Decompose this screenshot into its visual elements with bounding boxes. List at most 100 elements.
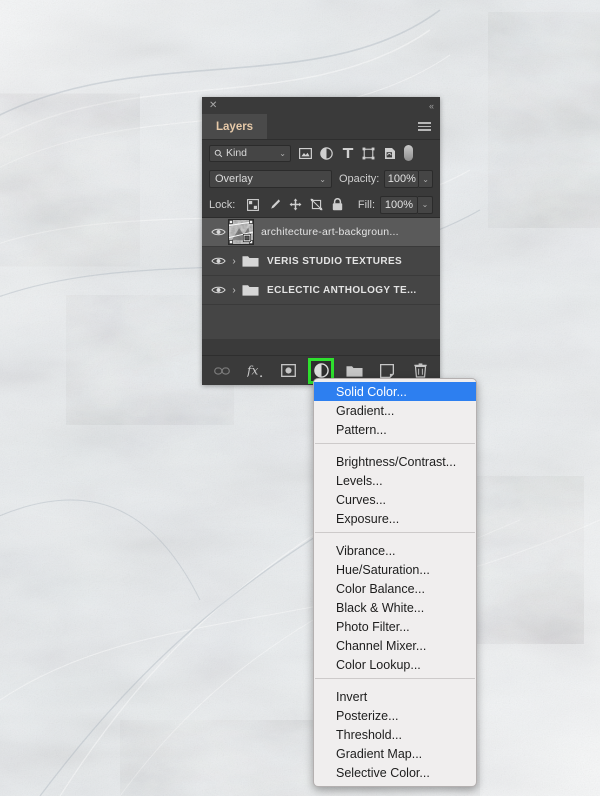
close-icon[interactable]: ✕	[209, 100, 217, 111]
menu-item-selective-color[interactable]: Selective Color...	[314, 763, 476, 782]
layer-thumbnail[interactable]	[228, 219, 254, 245]
menu-item-pattern[interactable]: Pattern...	[314, 420, 476, 439]
menu-item-threshold[interactable]: Threshold...	[314, 725, 476, 744]
add-layer-mask-button[interactable]	[278, 361, 298, 381]
smart-object-filter-icon[interactable]	[379, 144, 400, 163]
lock-label: Lock:	[209, 198, 236, 211]
menu-separator	[315, 443, 475, 444]
menu-item-label: Black & White...	[336, 600, 425, 615]
type-filter-icon[interactable]	[337, 144, 358, 163]
chevron-down-icon: ⌄	[279, 148, 286, 158]
panel-titlebar: ✕ «	[202, 97, 440, 114]
adjustment-layer-context-menu: Solid Color... Gradient... Pattern... Br…	[313, 378, 477, 787]
menu-item-label: Gradient...	[336, 403, 395, 418]
menu-item-channel-mixer[interactable]: Channel Mixer...	[314, 636, 476, 655]
menu-item-label: Posterize...	[336, 708, 399, 723]
chevron-right-icon[interactable]: ›	[228, 285, 240, 296]
tab-layers[interactable]: Layers	[202, 114, 268, 139]
chevron-down-icon: ⌄	[422, 174, 429, 184]
menu-item-gradient-map[interactable]: Gradient Map...	[314, 744, 476, 763]
menu-item-brightness-contrast[interactable]: Brightness/Contrast...	[314, 452, 476, 471]
table-row[interactable]: architecture-art-backgroun...	[202, 218, 440, 247]
folder-icon	[242, 254, 259, 268]
folder-icon	[242, 283, 259, 297]
link-layers-button[interactable]	[212, 361, 232, 381]
menu-item-vibrance[interactable]: Vibrance...	[314, 541, 476, 560]
layers-list: architecture-art-backgroun... › VERIS ST…	[202, 218, 440, 339]
menu-item-label: Color Balance...	[336, 581, 425, 596]
layer-name: architecture-art-backgroun...	[261, 226, 399, 238]
opacity-input[interactable]: 100%	[384, 170, 420, 188]
filter-icon-group	[295, 144, 413, 163]
menu-item-label: Photo Filter...	[336, 619, 410, 634]
menu-item-label: Invert	[336, 689, 368, 704]
menu-item-hue-saturation[interactable]: Hue/Saturation...	[314, 560, 476, 579]
eye-icon[interactable]	[208, 227, 228, 237]
tab-layers-label: Layers	[216, 120, 254, 133]
filter-toggle-pill[interactable]	[404, 145, 413, 161]
panel-tab-row: Layers	[202, 114, 440, 140]
table-row[interactable]: › VERIS STUDIO TEXTURES	[202, 247, 440, 276]
shape-filter-icon[interactable]	[358, 144, 379, 163]
lock-image-pixels-icon[interactable]	[267, 197, 281, 212]
menu-item-black-and-white[interactable]: Black & White...	[314, 598, 476, 617]
layer-filter-row: Kind ⌄	[202, 140, 440, 166]
menu-item-label: Threshold...	[336, 727, 403, 742]
menu-item-label: Solid Color...	[336, 384, 407, 399]
blend-mode-value: Overlay	[215, 173, 253, 185]
layers-empty-space	[202, 305, 440, 339]
menu-item-label: Channel Mixer...	[336, 638, 427, 653]
lock-fill-row: Lock: Fill: 100% ⌄	[202, 192, 440, 218]
menu-item-exposure[interactable]: Exposure...	[314, 509, 476, 528]
menu-item-levels[interactable]: Levels...	[314, 471, 476, 490]
menu-item-curves[interactable]: Curves...	[314, 490, 476, 509]
menu-item-color-balance[interactable]: Color Balance...	[314, 579, 476, 598]
menu-item-invert[interactable]: Invert	[314, 687, 476, 706]
menu-separator	[315, 532, 475, 533]
collapse-icon[interactable]: «	[429, 101, 434, 111]
layer-name: ECLECTIC ANTHOLOGY TE...	[267, 284, 417, 296]
search-icon	[214, 149, 223, 157]
blend-opacity-row: Overlay ⌄ Opacity: 100% ⌄	[202, 166, 440, 192]
lock-position-icon[interactable]	[288, 197, 302, 212]
lock-artboard-icon[interactable]	[309, 197, 323, 212]
layer-style-fx-button[interactable]: fx	[245, 361, 265, 381]
fill-stepper[interactable]: ⌄	[418, 195, 433, 214]
lock-transparent-pixels-icon[interactable]	[246, 197, 260, 212]
menu-item-label: Pattern...	[336, 422, 387, 437]
filter-kind-select[interactable]: Kind ⌄	[209, 144, 291, 162]
panel-menu-icon[interactable]	[418, 114, 440, 139]
menu-item-label: Levels...	[336, 473, 383, 488]
layer-name: VERIS STUDIO TEXTURES	[267, 255, 403, 267]
menu-item-photo-filter[interactable]: Photo Filter...	[314, 617, 476, 636]
menu-item-label: Hue/Saturation...	[336, 562, 430, 577]
table-row[interactable]: › ECLECTIC ANTHOLOGY TE...	[202, 276, 440, 305]
menu-item-gradient[interactable]: Gradient...	[314, 401, 476, 420]
chevron-right-icon[interactable]: ›	[228, 256, 240, 267]
chevron-down-icon: ⌄	[319, 174, 326, 184]
svg-text:fx: fx	[247, 363, 259, 377]
eye-icon[interactable]	[208, 285, 228, 295]
opacity-stepper[interactable]: ⌄	[419, 170, 433, 188]
menu-item-posterize[interactable]: Posterize...	[314, 706, 476, 725]
menu-item-label: Color Lookup...	[336, 657, 421, 672]
menu-separator	[315, 678, 475, 679]
menu-item-color-lookup[interactable]: Color Lookup...	[314, 655, 476, 674]
menu-item-solid-color[interactable]: Solid Color...	[314, 382, 476, 401]
blend-mode-select[interactable]: Overlay ⌄	[209, 170, 332, 188]
menu-item-label: Exposure...	[336, 511, 400, 526]
fill-label: Fill:	[357, 198, 375, 211]
menu-item-label: Vibrance...	[336, 543, 396, 558]
eye-icon[interactable]	[208, 256, 228, 266]
fill-value: 100%	[384, 198, 414, 211]
filter-kind-label: Kind	[226, 147, 248, 159]
fill-input[interactable]: 100%	[380, 195, 418, 214]
adjustment-filter-icon[interactable]	[316, 144, 337, 163]
image-filter-icon[interactable]	[295, 144, 316, 163]
menu-item-label: Brightness/Contrast...	[336, 454, 457, 469]
menu-item-label: Selective Color...	[336, 765, 430, 780]
lock-all-icon[interactable]	[330, 197, 344, 212]
opacity-value: 100%	[387, 173, 416, 185]
chevron-down-icon: ⌄	[421, 200, 429, 209]
layers-panel: ✕ « Layers Kind ⌄ Overlay ⌄ Opacity: 100…	[202, 97, 440, 385]
